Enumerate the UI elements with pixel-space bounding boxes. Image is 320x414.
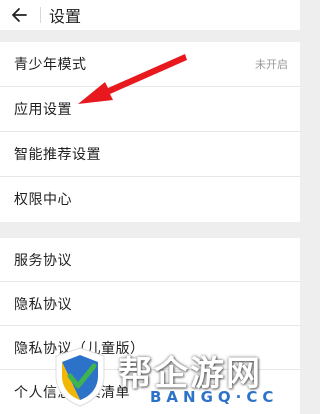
app-settings-row[interactable]: 应用设置 bbox=[0, 87, 300, 132]
header-divider bbox=[40, 7, 41, 23]
youth-mode-row[interactable]: 青少年模式 未开启 bbox=[0, 42, 300, 87]
app-settings-label: 应用设置 bbox=[14, 102, 72, 118]
smart-recommend-label: 智能推荐设置 bbox=[14, 147, 101, 163]
youth-mode-status: 未开启 bbox=[255, 58, 288, 71]
permission-center-label: 权限中心 bbox=[14, 192, 72, 208]
site-watermark: 帮企游网 BANGQ·CC bbox=[52, 340, 300, 414]
watermark-subtitle: BANGQ·CC bbox=[150, 388, 279, 406]
youth-mode-label: 青少年模式 bbox=[14, 57, 87, 73]
top-bar: 设置 bbox=[0, 0, 300, 30]
settings-group-primary: 青少年模式 未开启 应用设置 智能推荐设置 权限中心 bbox=[0, 42, 300, 222]
service-agreement-row[interactable]: 服务协议 bbox=[0, 238, 300, 282]
service-agreement-label: 服务协议 bbox=[14, 252, 72, 269]
back-button[interactable] bbox=[6, 0, 32, 30]
privacy-agreement-label: 隐私协议 bbox=[14, 296, 72, 313]
page-title: 设置 bbox=[49, 7, 82, 26]
smart-recommend-row[interactable]: 智能推荐设置 bbox=[0, 132, 300, 177]
permission-center-row[interactable]: 权限中心 bbox=[0, 177, 300, 221]
shield-logo-icon bbox=[55, 347, 105, 407]
privacy-agreement-row[interactable]: 隐私协议 bbox=[0, 282, 300, 326]
back-arrow-icon bbox=[12, 8, 27, 22]
